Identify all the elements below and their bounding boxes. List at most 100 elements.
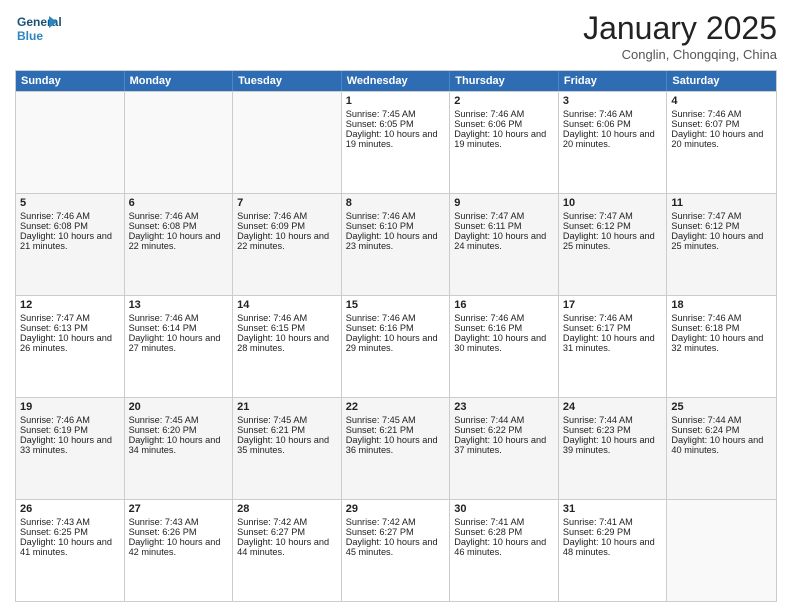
calendar-cell-4: 4Sunrise: 7:46 AMSunset: 6:07 PMDaylight…: [667, 92, 776, 193]
calendar-week-5: 26Sunrise: 7:43 AMSunset: 6:25 PMDayligh…: [16, 499, 776, 601]
sunset-7: Sunset: 6:09 PM: [237, 221, 337, 231]
sunrise-25: Sunrise: 7:44 AM: [671, 415, 772, 425]
sunset-2: Sunset: 6:06 PM: [454, 119, 554, 129]
calendar-cell-11: 11Sunrise: 7:47 AMSunset: 6:12 PMDayligh…: [667, 194, 776, 295]
daylight-24: Daylight: 10 hours and 39 minutes.: [563, 435, 663, 455]
page: General Blue January 2025 Conglin, Chong…: [0, 0, 792, 612]
calendar-cell-14: 14Sunrise: 7:46 AMSunset: 6:15 PMDayligh…: [233, 296, 342, 397]
daylight-23: Daylight: 10 hours and 37 minutes.: [454, 435, 554, 455]
day-number-30: 30: [454, 503, 554, 515]
sunset-29: Sunset: 6:27 PM: [346, 527, 446, 537]
sunrise-23: Sunrise: 7:44 AM: [454, 415, 554, 425]
daylight-22: Daylight: 10 hours and 36 minutes.: [346, 435, 446, 455]
day-number-16: 16: [454, 299, 554, 311]
daylight-29: Daylight: 10 hours and 45 minutes.: [346, 537, 446, 557]
calendar-cell-22: 22Sunrise: 7:45 AMSunset: 6:21 PMDayligh…: [342, 398, 451, 499]
calendar-cell-empty: [233, 92, 342, 193]
sunrise-21: Sunrise: 7:45 AM: [237, 415, 337, 425]
calendar-cell-empty: [16, 92, 125, 193]
sunset-11: Sunset: 6:12 PM: [671, 221, 772, 231]
sunset-6: Sunset: 6:08 PM: [129, 221, 229, 231]
sunset-27: Sunset: 6:26 PM: [129, 527, 229, 537]
calendar-cell-8: 8Sunrise: 7:46 AMSunset: 6:10 PMDaylight…: [342, 194, 451, 295]
sunset-17: Sunset: 6:17 PM: [563, 323, 663, 333]
day-number-11: 11: [671, 197, 772, 209]
sunset-21: Sunset: 6:21 PM: [237, 425, 337, 435]
sunrise-14: Sunrise: 7:46 AM: [237, 313, 337, 323]
daylight-12: Daylight: 10 hours and 26 minutes.: [20, 333, 120, 353]
sunset-10: Sunset: 6:12 PM: [563, 221, 663, 231]
sunset-18: Sunset: 6:18 PM: [671, 323, 772, 333]
day-number-18: 18: [671, 299, 772, 311]
sunrise-27: Sunrise: 7:43 AM: [129, 517, 229, 527]
daylight-13: Daylight: 10 hours and 27 minutes.: [129, 333, 229, 353]
sunset-8: Sunset: 6:10 PM: [346, 221, 446, 231]
sunset-5: Sunset: 6:08 PM: [20, 221, 120, 231]
calendar-week-1: 1Sunrise: 7:45 AMSunset: 6:05 PMDaylight…: [16, 91, 776, 193]
location-subtitle: Conglin, Chongqing, China: [583, 47, 777, 62]
day-number-6: 6: [129, 197, 229, 209]
calendar-cell-empty: [125, 92, 234, 193]
daylight-15: Daylight: 10 hours and 29 minutes.: [346, 333, 446, 353]
daylight-3: Daylight: 10 hours and 20 minutes.: [563, 129, 663, 149]
sunrise-20: Sunrise: 7:45 AM: [129, 415, 229, 425]
calendar-cell-13: 13Sunrise: 7:46 AMSunset: 6:14 PMDayligh…: [125, 296, 234, 397]
sunrise-4: Sunrise: 7:46 AM: [671, 109, 772, 119]
daylight-18: Daylight: 10 hours and 32 minutes.: [671, 333, 772, 353]
calendar-cell-5: 5Sunrise: 7:46 AMSunset: 6:08 PMDaylight…: [16, 194, 125, 295]
daylight-27: Daylight: 10 hours and 42 minutes.: [129, 537, 229, 557]
calendar-cell-19: 19Sunrise: 7:46 AMSunset: 6:19 PMDayligh…: [16, 398, 125, 499]
daylight-4: Daylight: 10 hours and 20 minutes.: [671, 129, 772, 149]
daylight-11: Daylight: 10 hours and 25 minutes.: [671, 231, 772, 251]
sunset-1: Sunset: 6:05 PM: [346, 119, 446, 129]
sunrise-29: Sunrise: 7:42 AM: [346, 517, 446, 527]
daylight-17: Daylight: 10 hours and 31 minutes.: [563, 333, 663, 353]
calendar-body: 1Sunrise: 7:45 AMSunset: 6:05 PMDaylight…: [16, 91, 776, 601]
sunset-9: Sunset: 6:11 PM: [454, 221, 554, 231]
calendar-week-4: 19Sunrise: 7:46 AMSunset: 6:19 PMDayligh…: [16, 397, 776, 499]
calendar-cell-26: 26Sunrise: 7:43 AMSunset: 6:25 PMDayligh…: [16, 500, 125, 601]
sunset-28: Sunset: 6:27 PM: [237, 527, 337, 537]
daylight-26: Daylight: 10 hours and 41 minutes.: [20, 537, 120, 557]
sunset-12: Sunset: 6:13 PM: [20, 323, 120, 333]
daylight-21: Daylight: 10 hours and 35 minutes.: [237, 435, 337, 455]
day-number-4: 4: [671, 95, 772, 107]
calendar-cell-1: 1Sunrise: 7:45 AMSunset: 6:05 PMDaylight…: [342, 92, 451, 193]
day-number-14: 14: [237, 299, 337, 311]
sunrise-6: Sunrise: 7:46 AM: [129, 211, 229, 221]
calendar-cell-20: 20Sunrise: 7:45 AMSunset: 6:20 PMDayligh…: [125, 398, 234, 499]
sunrise-18: Sunrise: 7:46 AM: [671, 313, 772, 323]
sunset-14: Sunset: 6:15 PM: [237, 323, 337, 333]
sunrise-10: Sunrise: 7:47 AM: [563, 211, 663, 221]
sunrise-26: Sunrise: 7:43 AM: [20, 517, 120, 527]
calendar-cell-empty: [667, 500, 776, 601]
daylight-5: Daylight: 10 hours and 21 minutes.: [20, 231, 120, 251]
sunrise-2: Sunrise: 7:46 AM: [454, 109, 554, 119]
calendar-cell-17: 17Sunrise: 7:46 AMSunset: 6:17 PMDayligh…: [559, 296, 668, 397]
sunset-19: Sunset: 6:19 PM: [20, 425, 120, 435]
calendar-cell-9: 9Sunrise: 7:47 AMSunset: 6:11 PMDaylight…: [450, 194, 559, 295]
day-number-22: 22: [346, 401, 446, 413]
day-number-2: 2: [454, 95, 554, 107]
sunrise-24: Sunrise: 7:44 AM: [563, 415, 663, 425]
daylight-7: Daylight: 10 hours and 22 minutes.: [237, 231, 337, 251]
sunrise-28: Sunrise: 7:42 AM: [237, 517, 337, 527]
day-number-29: 29: [346, 503, 446, 515]
sunset-15: Sunset: 6:16 PM: [346, 323, 446, 333]
title-block: January 2025 Conglin, Chongqing, China: [583, 10, 777, 62]
sunrise-12: Sunrise: 7:47 AM: [20, 313, 120, 323]
daylight-6: Daylight: 10 hours and 22 minutes.: [129, 231, 229, 251]
daylight-31: Daylight: 10 hours and 48 minutes.: [563, 537, 663, 557]
day-number-12: 12: [20, 299, 120, 311]
sunset-31: Sunset: 6:29 PM: [563, 527, 663, 537]
month-year-title: January 2025: [583, 10, 777, 47]
calendar-cell-23: 23Sunrise: 7:44 AMSunset: 6:22 PMDayligh…: [450, 398, 559, 499]
day-number-13: 13: [129, 299, 229, 311]
day-number-3: 3: [563, 95, 663, 107]
daylight-20: Daylight: 10 hours and 34 minutes.: [129, 435, 229, 455]
daylight-19: Daylight: 10 hours and 33 minutes.: [20, 435, 120, 455]
daylight-9: Daylight: 10 hours and 24 minutes.: [454, 231, 554, 251]
calendar-cell-3: 3Sunrise: 7:46 AMSunset: 6:06 PMDaylight…: [559, 92, 668, 193]
sunset-25: Sunset: 6:24 PM: [671, 425, 772, 435]
calendar-week-3: 12Sunrise: 7:47 AMSunset: 6:13 PMDayligh…: [16, 295, 776, 397]
